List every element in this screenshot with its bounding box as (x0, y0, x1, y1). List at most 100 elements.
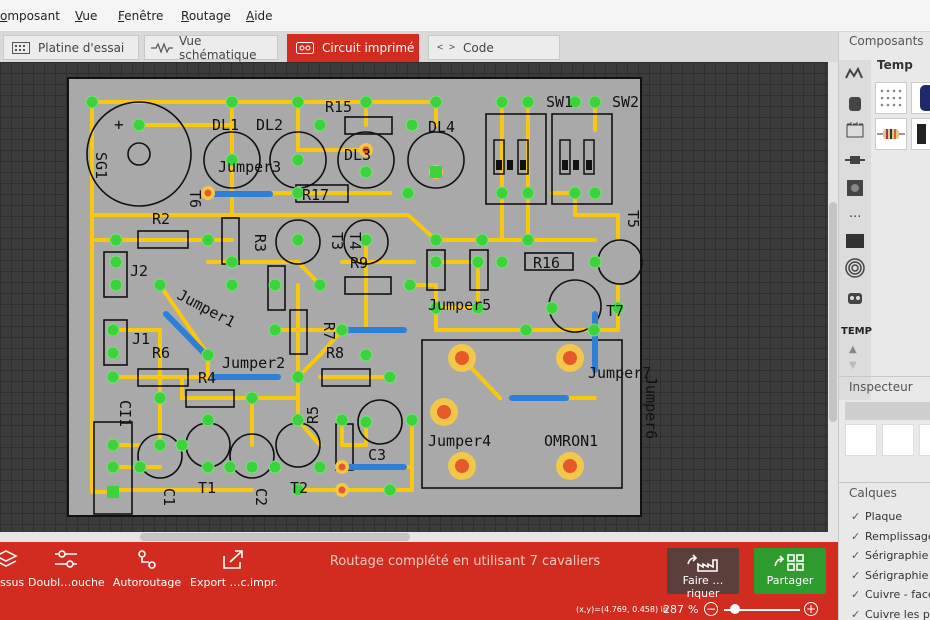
zoom-out-icon[interactable]: − (704, 602, 718, 616)
layer-item[interactable]: ✓ Cuivre - face (851, 588, 930, 601)
check-icon[interactable]: ✓ (851, 510, 865, 523)
check-icon[interactable]: ✓ (851, 549, 865, 562)
menu-fenetre[interactable]: Fenêtre (118, 9, 163, 23)
layer-item[interactable]: ✓Sérigraphie c (851, 549, 930, 562)
label-r5: R5 (304, 406, 322, 424)
pad (429, 255, 443, 269)
part-transistor[interactable] (911, 118, 930, 150)
pad (109, 233, 123, 247)
inspector-title-field (845, 402, 930, 420)
layers-panel-title: Calques (849, 486, 897, 500)
square-pad (107, 486, 119, 498)
resistor-icon[interactable] (845, 150, 865, 170)
layer-item[interactable]: ✓ Remplissage (851, 530, 930, 543)
button-icon[interactable] (845, 178, 865, 198)
scroll-thumb[interactable] (829, 202, 837, 422)
tab-pcb[interactable]: Circuit imprimé (287, 34, 419, 62)
autoroute-button[interactable]: Autoroutage (112, 546, 182, 596)
code-icon: < > (436, 42, 456, 53)
label-t4: T4 (346, 232, 364, 250)
part-capacitor[interactable] (911, 82, 930, 114)
pad (225, 278, 239, 292)
menu-vue[interactable]: Vue (75, 9, 97, 23)
schematic-icon (151, 41, 173, 54)
pad (383, 483, 397, 497)
transistor-icon[interactable] (845, 94, 865, 114)
part-perfboard[interactable] (875, 82, 907, 114)
export-icon (223, 550, 243, 569)
layer-item[interactable]: ✓Sérigraphie c (851, 569, 930, 582)
pad (225, 255, 239, 269)
layer-label: Cuivre - face (865, 588, 930, 601)
zoom-slider-handle[interactable] (730, 604, 740, 614)
label-r2: R2 (152, 210, 170, 228)
scroll-down-icon[interactable]: ▼ (849, 360, 857, 371)
pad (313, 278, 327, 292)
pcb-board (67, 77, 642, 517)
pad (133, 460, 147, 474)
inspector-preview-breadboard (845, 424, 877, 456)
menu-bar: omposant Vue Fenêtre Routage Aide (0, 0, 930, 32)
pad (153, 438, 167, 452)
pad (359, 348, 373, 362)
label-jumper2: Jumper2 (222, 354, 285, 372)
tab-breadboard[interactable]: Platine d'essai (3, 35, 139, 60)
transistor-part-icon (917, 124, 926, 144)
pad (109, 278, 123, 292)
chip-icon[interactable] (845, 120, 865, 140)
label-c1: C1 (160, 488, 178, 506)
robot-icon[interactable] (845, 288, 865, 308)
pad (153, 391, 167, 405)
check-icon[interactable]: ✓ (851, 530, 865, 543)
check-icon[interactable]: ✓ (851, 588, 865, 601)
pad (588, 186, 602, 200)
view-from-above-button[interactable]: ssus (0, 546, 24, 596)
pad (223, 460, 237, 474)
tab-code[interactable]: < > Code (428, 35, 560, 60)
vertical-scrollbar[interactable] (828, 62, 838, 532)
tab-schematic[interactable]: Vue schématique (144, 34, 278, 62)
label-r16: R16 (533, 254, 560, 272)
scroll-up-icon[interactable]: ▲ (849, 344, 857, 355)
core-parts-icon[interactable] (845, 64, 865, 84)
pcb-canvas[interactable]: SG1 + DL1 DL2 R15 DL4 DL3 Jumper3 R17 T6… (0, 62, 828, 532)
square-pad (430, 166, 442, 178)
breadboard-icon (10, 41, 32, 54)
layer-item[interactable]: ✓ Cuivre les pi (851, 608, 930, 620)
arduino-icon[interactable] (845, 230, 865, 250)
horizontal-scrollbar[interactable] (0, 532, 838, 542)
status-bar: (x,y)=(4.769, 0.458) in 287 % − + (0, 600, 838, 620)
pad (313, 118, 327, 132)
pad-hole (338, 486, 346, 494)
inspector-preview-schematic (882, 424, 914, 456)
antenna-icon[interactable] (845, 258, 865, 278)
pad (106, 323, 120, 337)
label-jumper7: Jumper7 (588, 364, 651, 382)
pad (519, 323, 533, 337)
check-icon[interactable]: ✓ (851, 608, 865, 620)
pad-hole (204, 189, 212, 197)
export-pcb-button[interactable]: Export …c.impr. (190, 546, 278, 596)
fabricate-icon (687, 554, 718, 572)
menu-routage[interactable]: Routage (181, 9, 231, 23)
inspector-preview-pcb (919, 424, 930, 456)
more-parts-label[interactable]: ... (849, 206, 861, 221)
check-icon[interactable]: ✓ (851, 569, 865, 582)
zoom-in-icon[interactable]: + (804, 602, 818, 616)
layer-item[interactable]: ✓ Plaque (851, 510, 902, 523)
pad (268, 278, 282, 292)
pad (568, 186, 582, 200)
order-pcb-button[interactable]: Faire …riquer (667, 548, 739, 600)
layer-label: Plaque (865, 510, 903, 523)
pad (359, 165, 373, 179)
share-button[interactable]: Partager (754, 548, 826, 594)
part-resistor[interactable] (875, 118, 907, 150)
pad (359, 415, 373, 429)
scroll-thumb[interactable] (140, 533, 410, 541)
pad (109, 255, 123, 269)
menu-aide[interactable]: Aide (246, 9, 273, 23)
double-layer-button[interactable]: Doubl…ouche (28, 546, 105, 596)
pad (291, 233, 305, 247)
bin-tab-temp[interactable]: TEMP (841, 326, 872, 337)
menu-composant[interactable]: omposant (0, 9, 60, 23)
